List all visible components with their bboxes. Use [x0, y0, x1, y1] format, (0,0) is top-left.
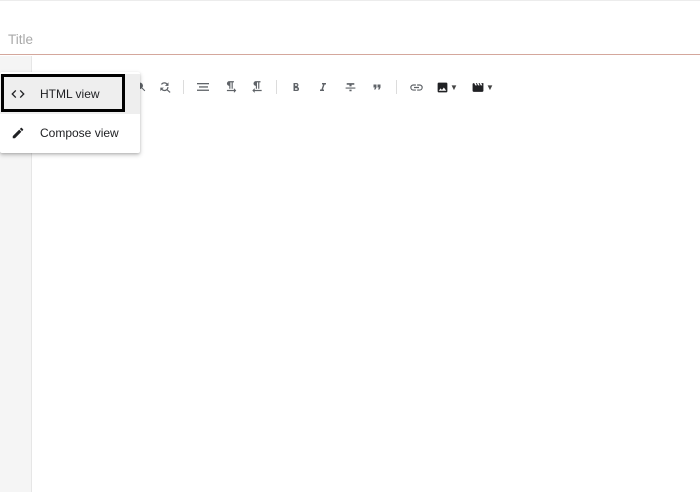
video-icon — [472, 82, 484, 92]
insert-image-button[interactable]: ▼ — [436, 77, 458, 97]
italic-button[interactable] — [314, 77, 332, 97]
quote-icon — [373, 84, 381, 90]
align-button[interactable] — [194, 77, 212, 97]
pencil-icon — [9, 124, 27, 142]
top-divider — [0, 0, 700, 1]
quote-button[interactable] — [368, 77, 386, 97]
menu-item-label: Compose view — [40, 126, 119, 140]
code-icon — [9, 85, 27, 103]
paragraph-rtl-button[interactable] — [248, 77, 266, 97]
paragraph-rtl-icon — [252, 81, 262, 93]
link-button[interactable] — [407, 77, 425, 97]
insert-video-button[interactable]: ▼ — [471, 77, 494, 97]
image-icon — [437, 82, 448, 92]
menu-item-compose-view[interactable]: Compose view — [0, 113, 140, 153]
title-area — [0, 24, 700, 55]
chevron-down-icon: ▼ — [486, 82, 494, 92]
menu-item-html-view[interactable]: HTML view — [0, 74, 140, 114]
paragraph-ltr-button[interactable] — [222, 77, 240, 97]
toolbar-separator — [396, 80, 397, 94]
post-editor: ▼ ▼ HTML view Compose view — [0, 0, 700, 492]
link-icon — [409, 83, 423, 91]
title-input[interactable] — [0, 24, 700, 54]
italic-icon — [320, 83, 326, 91]
toolbar-separator — [276, 80, 277, 94]
find-replace-icon — [160, 82, 171, 93]
bold-button[interactable] — [287, 77, 305, 97]
toolbar-separator — [183, 80, 184, 94]
menu-item-label: HTML view — [40, 87, 100, 101]
paragraph-ltr-icon — [226, 81, 237, 93]
title-underline — [0, 54, 700, 55]
bold-icon — [293, 83, 300, 92]
align-left-icon — [197, 83, 209, 91]
strikethrough-button[interactable] — [341, 77, 359, 97]
chevron-down-icon: ▼ — [450, 82, 458, 92]
strikethrough-icon — [345, 82, 355, 91]
editor-mode-menu: HTML view Compose view — [0, 72, 140, 153]
search-replace-button[interactable] — [156, 77, 174, 97]
